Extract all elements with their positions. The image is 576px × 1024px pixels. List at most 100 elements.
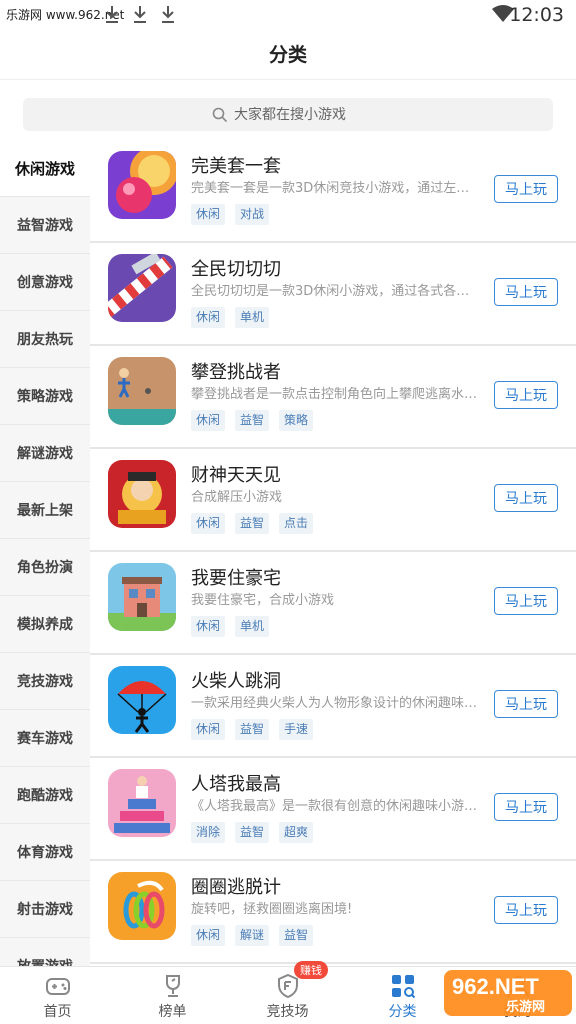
list-item[interactable]: 全民切切切 全民切切切是一款3D休闲小游戏，通过各式各样的刀具切东西 休闲 单机… [90, 243, 576, 346]
tag: 益智 [235, 822, 270, 843]
sidebar-item-mystery[interactable]: 解谜游戏 [0, 425, 90, 482]
play-button[interactable]: 马上玩 [494, 587, 558, 615]
game-thumbnail[interactable] [108, 666, 176, 734]
category-icon [391, 975, 415, 999]
sidebar-item-friends-hot[interactable]: 朋友热玩 [0, 311, 90, 368]
sidebar-item-strategy[interactable]: 策略游戏 [0, 368, 90, 425]
sidebar-item-racing[interactable]: 赛车游戏 [0, 710, 90, 767]
game-thumbnail[interactable] [108, 563, 176, 631]
list-item[interactable]: 我要住豪宅 我要住豪宅，合成小游戏 休闲 单机 马上玩 [90, 552, 576, 655]
list-item[interactable]: 火柴人跳洞 一款采用经典火柴人为人物形象设计的休闲趣味类游戏 休闲 益智 手速 … [90, 655, 576, 758]
game-thumbnail[interactable] [108, 357, 176, 425]
game-description: 攀登挑战者是一款点击控制角色向上攀爬逃离水面的游戏 [191, 387, 481, 402]
tag: 单机 [235, 616, 270, 637]
tag: 休闲 [191, 616, 226, 637]
play-button[interactable]: 马上玩 [494, 484, 558, 512]
tag: 益智 [279, 925, 314, 946]
list-item[interactable]: 圈圈逃脱计 旋转吧，拯救圈圈逃离困境! 休闲 解谜 益智 马上玩 [90, 861, 576, 964]
nav-label: 榜单 [158, 1004, 187, 1020]
search-box[interactable] [23, 98, 553, 131]
list-item[interactable]: 攀登挑战者 攀登挑战者是一款点击控制角色向上攀爬逃离水面的游戏 休闲 益智 策略… [90, 346, 576, 449]
tag: 点击 [279, 513, 314, 534]
sidebar-item-parkour[interactable]: 跑酷游戏 [0, 767, 90, 824]
category-sidebar: 休闲游戏 益智游戏 创意游戏 朋友热玩 策略游戏 解谜游戏 最新上架 角色扮演 … [0, 140, 90, 966]
nav-home[interactable]: 首页 [0, 967, 115, 1024]
tag: 手速 [279, 719, 314, 740]
game-description: 一款采用经典火柴人为人物形象设计的休闲趣味类游戏 [191, 696, 481, 711]
game-thumbnail[interactable] [108, 769, 176, 837]
tag-list: 休闲 解谜 益智 [191, 925, 314, 946]
game-description: 《人塔我最高》是一款很有创意的休闲趣味小游戏，玩家 [191, 799, 481, 814]
play-button[interactable]: 马上玩 [494, 690, 558, 718]
tag: 休闲 [191, 410, 226, 431]
play-button[interactable]: 马上玩 [494, 896, 558, 924]
status-bar: 乐游网 www.962.net 12:03 [0, 0, 576, 30]
tag: 休闲 [191, 307, 226, 328]
game-title[interactable]: 我要住豪宅 [191, 564, 281, 590]
game-title[interactable]: 财神天天见 [191, 461, 281, 487]
sidebar-item-simulation[interactable]: 模拟养成 [0, 596, 90, 653]
site-logo: 962.NET 乐游网 [444, 970, 572, 1016]
tag: 休闲 [191, 719, 226, 740]
list-item[interactable]: 人塔我最高 《人塔我最高》是一款很有创意的休闲趣味小游戏，玩家 消除 益智 超爽… [90, 758, 576, 861]
nav-arena[interactable]: 竞技场 赚钱 [230, 961, 345, 1024]
game-title[interactable]: 完美套一套 [191, 152, 281, 178]
game-thumbnail[interactable] [108, 254, 176, 322]
tag-list: 休闲 益智 点击 [191, 513, 314, 534]
game-title[interactable]: 圈圈逃脱计 [191, 873, 281, 899]
game-thumbnail[interactable] [108, 460, 176, 528]
tag-list: 休闲 益智 策略 [191, 410, 314, 431]
tag-list: 休闲 单机 [191, 307, 270, 328]
nav-rankings[interactable]: 榜单 [115, 967, 230, 1024]
tag-list: 休闲 益智 手速 [191, 719, 314, 740]
clock: 12:03 [509, 4, 564, 26]
sidebar-item-idle[interactable]: 放置游戏 [0, 938, 90, 966]
tag-list: 消除 益智 超爽 [191, 822, 314, 843]
trophy-icon [165, 975, 180, 997]
game-title[interactable]: 人塔我最高 [191, 770, 281, 796]
play-button[interactable]: 马上玩 [494, 381, 558, 409]
sidebar-item-sports[interactable]: 体育游戏 [0, 824, 90, 881]
sidebar-item-casual[interactable]: 休闲游戏 [0, 140, 90, 197]
list-item[interactable]: 财神天天见 合成解压小游戏 休闲 益智 点击 马上玩 [90, 449, 576, 552]
game-list: 完美套一套 完美套一套是一款3D休闲竞技小游戏，通过左右移动来套圈 休闲 对战 … [90, 140, 576, 966]
game-title[interactable]: 全民切切切 [191, 255, 281, 281]
search-input[interactable] [234, 106, 364, 123]
game-thumbnail[interactable] [108, 872, 176, 940]
tag: 单机 [235, 307, 270, 328]
play-button[interactable]: 马上玩 [494, 793, 558, 821]
tag-list: 休闲 对战 [191, 204, 270, 225]
game-title[interactable]: 攀登挑战者 [191, 358, 281, 384]
nav-category[interactable]: 分类 [345, 967, 460, 1024]
game-description: 全民切切切是一款3D休闲小游戏，通过各式各样的刀具切东西 [191, 284, 481, 299]
tag: 休闲 [191, 925, 226, 946]
tag-list: 休闲 单机 [191, 616, 270, 637]
svg-text:962.NET: 962.NET [452, 974, 539, 999]
game-thumbnail[interactable] [108, 151, 176, 219]
tag: 益智 [235, 719, 270, 740]
game-description: 完美套一套是一款3D休闲竞技小游戏，通过左右移动来套圈 [191, 181, 481, 196]
tag: 对战 [235, 204, 270, 225]
tag: 策略 [279, 410, 314, 431]
game-description: 我要住豪宅，合成小游戏 [191, 593, 335, 608]
game-title[interactable]: 火柴人跳洞 [191, 667, 281, 693]
download-icon [134, 6, 146, 23]
sidebar-item-shooting[interactable]: 射击游戏 [0, 881, 90, 938]
search-icon [212, 107, 228, 122]
play-button[interactable]: 马上玩 [494, 175, 558, 203]
play-button[interactable]: 马上玩 [494, 278, 558, 306]
tag: 益智 [235, 513, 270, 534]
sidebar-item-creative[interactable]: 创意游戏 [0, 254, 90, 311]
list-item[interactable]: 完美套一套 完美套一套是一款3D休闲竞技小游戏，通过左右移动来套圈 休闲 对战 … [90, 140, 576, 243]
game-description: 合成解压小游戏 [191, 490, 283, 505]
nav-label: 分类 [388, 1004, 417, 1020]
sidebar-item-competitive[interactable]: 竞技游戏 [0, 653, 90, 710]
tag: 休闲 [191, 204, 226, 225]
sidebar-item-new[interactable]: 最新上架 [0, 482, 90, 539]
sidebar-item-rpg[interactable]: 角色扮演 [0, 539, 90, 596]
title-bar: 分类 [0, 30, 576, 80]
tag: 休闲 [191, 513, 226, 534]
download-icon [106, 6, 118, 23]
sidebar-item-puzzle[interactable]: 益智游戏 [0, 197, 90, 254]
nav-label: 竞技场 [266, 1004, 309, 1020]
